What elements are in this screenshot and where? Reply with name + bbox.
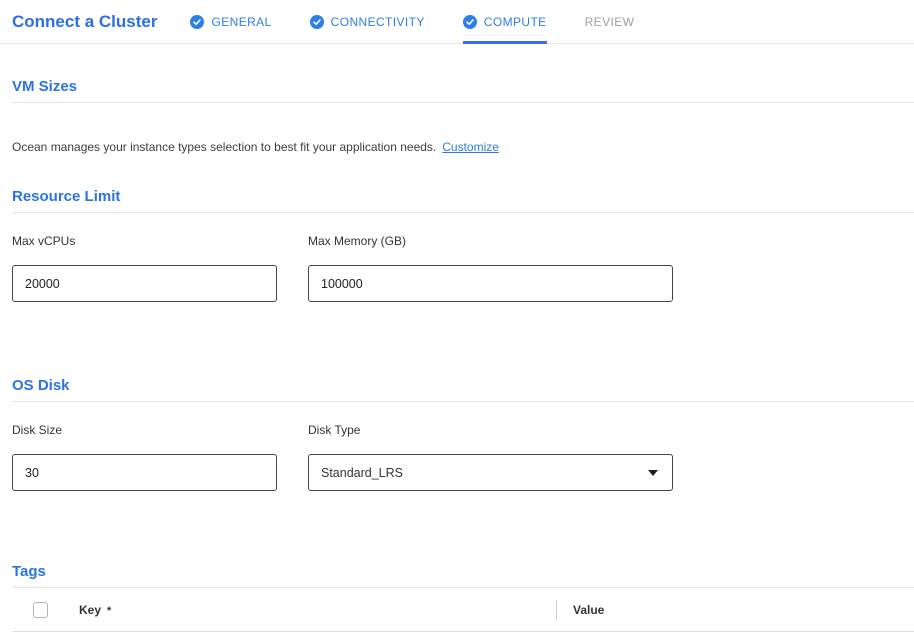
- check-circle-icon: [310, 15, 324, 29]
- select-all-checkbox[interactable]: [33, 602, 48, 618]
- disk-size-label: Disk Size: [12, 423, 277, 437]
- max-memory-field-group: Max Memory (GB): [308, 234, 673, 302]
- tags-value-column-header: Value: [573, 603, 604, 617]
- tab-compute[interactable]: COMPUTE: [463, 0, 547, 43]
- max-memory-input[interactable]: [308, 265, 673, 302]
- disk-size-field-group: Disk Size: [12, 423, 277, 491]
- section-os-disk: OS Disk Disk Size Disk Type Standard_LRS: [12, 377, 914, 491]
- tab-connectivity[interactable]: CONNECTIVITY: [310, 0, 425, 43]
- tab-label: GENERAL: [211, 15, 271, 29]
- tab-label: CONNECTIVITY: [331, 15, 425, 29]
- disk-size-input[interactable]: [12, 454, 277, 491]
- tags-key-column-header: Key *: [79, 603, 111, 617]
- page-content: VM Sizes Ocean manages your instance typ…: [0, 78, 914, 632]
- check-circle-icon: [463, 15, 477, 29]
- os-disk-heading: OS Disk: [12, 377, 914, 402]
- check-circle-icon: [190, 15, 204, 29]
- section-resource-limit: Resource Limit Max vCPUs Max Memory (GB): [12, 188, 914, 302]
- wizard-tabs: GENERAL CONNECTIVITY COMPUTE REVIEW: [190, 0, 634, 43]
- disk-type-field-group: Disk Type Standard_LRS: [308, 423, 673, 491]
- tags-table-header: Key * Value: [12, 588, 914, 632]
- resource-limit-heading: Resource Limit: [12, 188, 914, 213]
- section-tags: Tags Key * Value: [12, 563, 914, 632]
- customize-link[interactable]: Customize: [442, 140, 499, 154]
- caret-down-icon: [648, 470, 658, 476]
- disk-type-select[interactable]: Standard_LRS: [308, 454, 673, 491]
- key-column-label: Key: [79, 603, 101, 617]
- os-disk-fields: Disk Size Disk Type Standard_LRS: [12, 423, 914, 491]
- wizard-header: Connect a Cluster GENERAL CONNECTIVITY C…: [0, 0, 914, 44]
- vm-sizes-description: Ocean manages your instance types select…: [12, 140, 914, 155]
- vm-sizes-heading: VM Sizes: [12, 78, 914, 103]
- tags-heading: Tags: [12, 563, 914, 588]
- max-vcpus-input[interactable]: [12, 265, 277, 302]
- tab-general[interactable]: GENERAL: [190, 0, 271, 43]
- max-memory-label: Max Memory (GB): [308, 234, 673, 248]
- disk-type-label: Disk Type: [308, 423, 673, 437]
- max-vcpus-label: Max vCPUs: [12, 234, 277, 248]
- resource-limit-fields: Max vCPUs Max Memory (GB): [12, 234, 914, 302]
- required-asterisk: *: [107, 605, 111, 617]
- disk-type-selected-value: Standard_LRS: [321, 466, 403, 480]
- tab-label: COMPUTE: [484, 15, 547, 29]
- vm-sizes-description-text: Ocean manages your instance types select…: [12, 140, 436, 154]
- max-vcpus-field-group: Max vCPUs: [12, 234, 277, 302]
- page-title: Connect a Cluster: [12, 12, 157, 32]
- tab-label: REVIEW: [585, 15, 635, 29]
- section-vm-sizes: VM Sizes Ocean manages your instance typ…: [12, 78, 914, 155]
- tab-review[interactable]: REVIEW: [585, 0, 635, 43]
- column-divider: [556, 600, 557, 620]
